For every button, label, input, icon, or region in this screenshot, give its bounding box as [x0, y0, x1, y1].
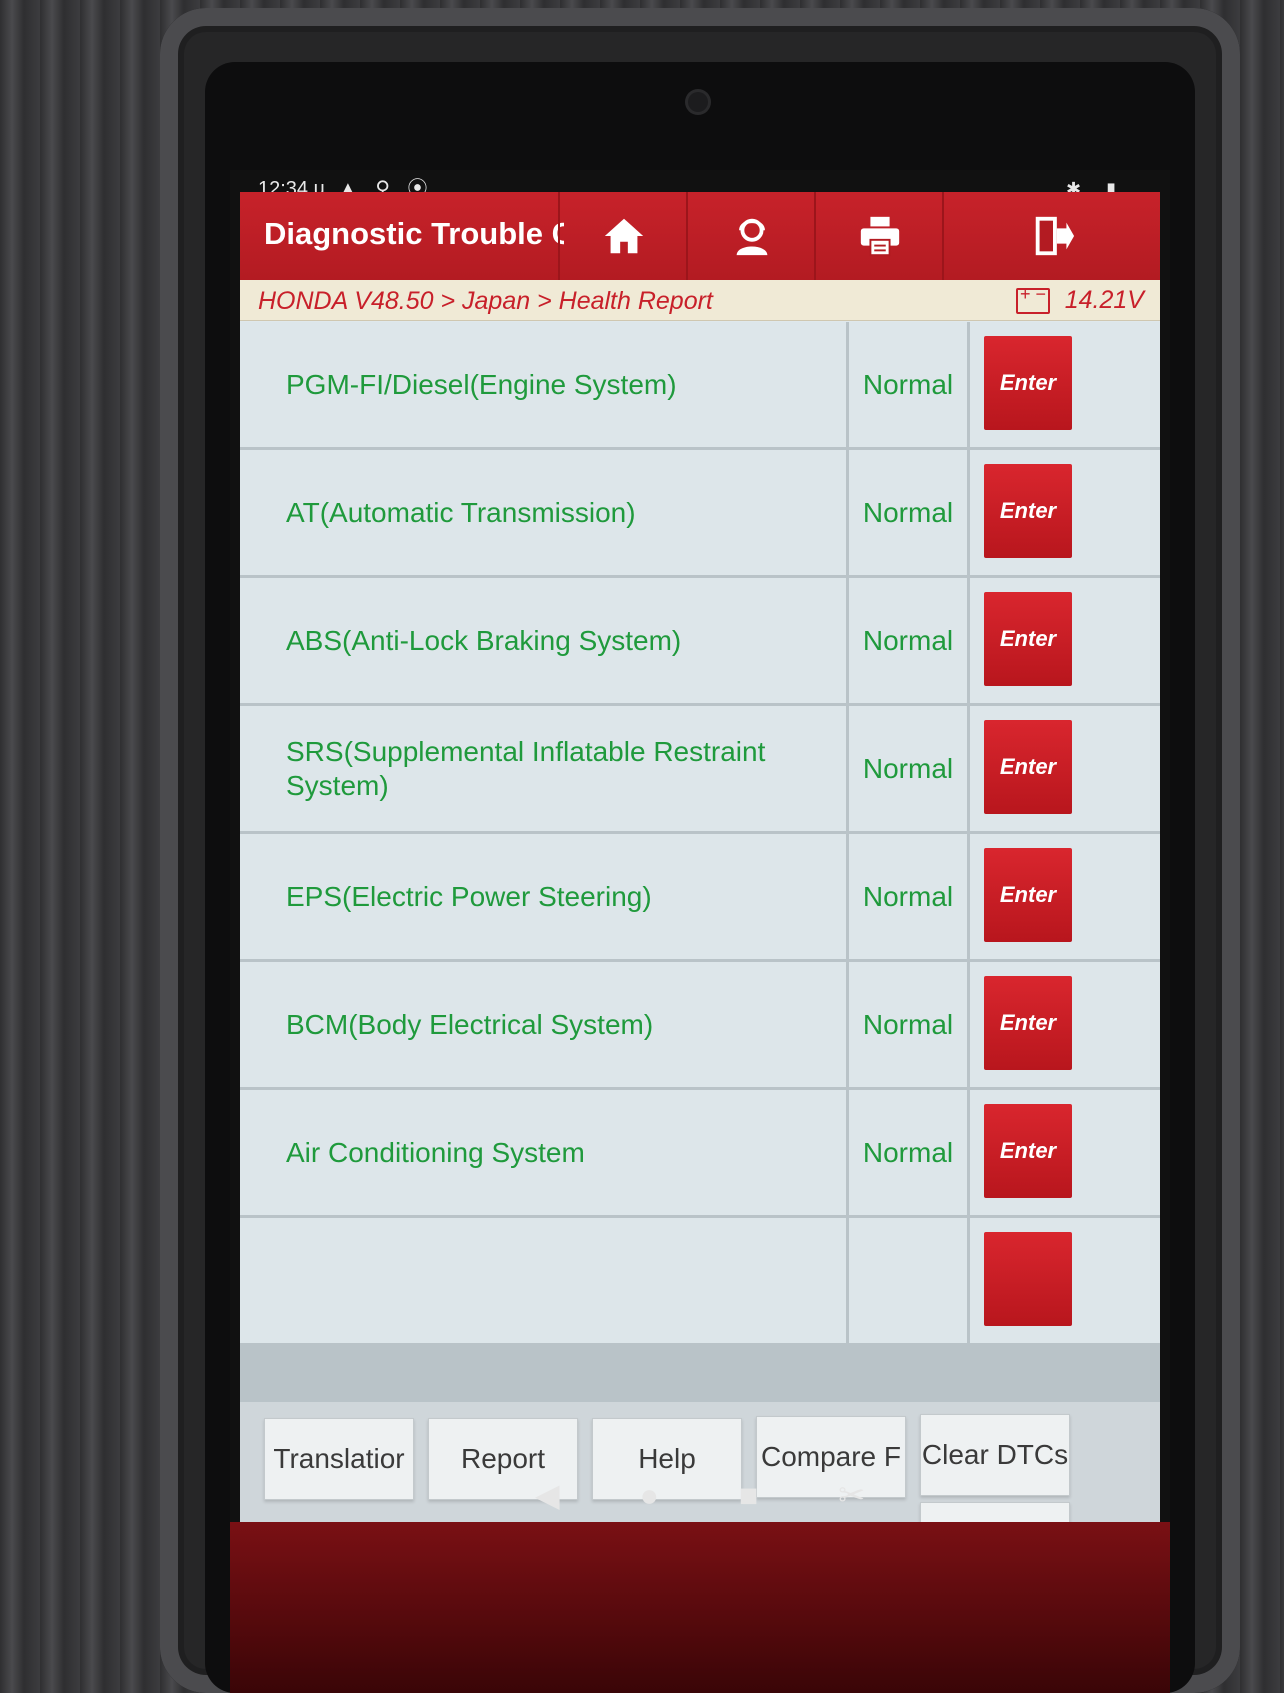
system-name: AT(Automatic Transmission) — [286, 496, 636, 528]
enter-button[interactable]: Enter — [984, 720, 1072, 814]
breadcrumb: HONDA V48.50 > Japan > Health Report — [258, 287, 713, 315]
screenshot-icon[interactable]: ✂ — [838, 1476, 865, 1514]
system-name-cell: BCM(Body Electrical System) — [240, 962, 846, 1087]
action-cell: Enter — [970, 962, 1160, 1087]
system-name: Air Conditioning System — [286, 1136, 585, 1168]
page-title: Diagnostic Trouble C — [264, 216, 564, 251]
exit-button[interactable] — [942, 192, 1162, 280]
system-name: EPS(Electric Power Steering) — [286, 880, 652, 912]
system-list: PGM-FI/Diesel(Engine System) Normal Ente… — [240, 322, 1160, 1402]
title-bar: Diagnostic Trouble C — [240, 192, 1160, 280]
system-name-cell: AT(Automatic Transmission) — [240, 450, 846, 575]
enter-button[interactable]: Enter — [984, 336, 1072, 430]
home-nav-icon[interactable]: ● — [640, 1477, 659, 1514]
system-status: Normal — [849, 706, 967, 831]
enter-button[interactable]: Enter — [984, 976, 1072, 1070]
diagnostic-app: Diagnostic Trouble C HONDA V48.50 > Japa… — [240, 192, 1160, 1584]
system-name: BCM(Body Electrical System) — [286, 1008, 654, 1040]
system-name-cell — [240, 1218, 846, 1343]
action-cell: Enter — [970, 706, 1160, 831]
back-icon[interactable]: ◀ — [535, 1476, 560, 1514]
enter-button[interactable]: Enter — [984, 848, 1072, 942]
enter-button[interactable]: Enter — [984, 592, 1072, 686]
list-item: PGM-FI/Diesel(Engine System) Normal Ente… — [240, 322, 1160, 449]
enter-button[interactable]: Enter — [984, 1104, 1072, 1198]
system-name: SRS(Supplemental Inflatable Restraint Sy… — [286, 735, 766, 801]
support-button[interactable] — [686, 192, 816, 280]
recents-icon[interactable]: ■ — [739, 1477, 758, 1514]
home-icon — [604, 218, 644, 254]
screen: 12:34 u. ▲ ⚲ ⦿ ✱ ▮ Diagnostic Trouble C — [230, 170, 1170, 1693]
action-cell — [970, 1218, 1160, 1343]
action-cell: Enter — [970, 1090, 1160, 1215]
breadcrumb-bar: HONDA V48.50 > Japan > Health Report 14.… — [240, 280, 1160, 321]
user-support-icon — [736, 218, 768, 256]
system-name-cell: EPS(Electric Power Steering) — [240, 834, 846, 959]
system-status: Normal — [849, 834, 967, 959]
battery-voltage: 14.21V — [1064, 286, 1144, 314]
system-name: ABS(Anti-Lock Braking System) — [286, 624, 682, 656]
action-cell: Enter — [970, 322, 1160, 447]
system-status: Normal — [849, 1090, 967, 1215]
front-camera — [688, 92, 708, 112]
screen-lower-area — [230, 1522, 1170, 1693]
battery-icon — [1016, 284, 1050, 314]
printer-icon — [860, 216, 900, 257]
list-item: BCM(Body Electrical System) Normal Enter — [240, 962, 1160, 1089]
system-status: Normal — [849, 322, 967, 447]
list-item: AT(Automatic Transmission) Normal Enter — [240, 450, 1160, 577]
system-status: Normal — [849, 450, 967, 575]
system-name: PGM-FI/Diesel(Engine System) — [286, 368, 677, 400]
exit-icon — [1035, 216, 1075, 256]
system-name-cell: Air Conditioning System — [240, 1090, 846, 1215]
system-status: Normal — [849, 962, 967, 1087]
system-navigation-bar: ◀ ● ■ ✂ — [230, 1450, 1170, 1540]
action-cell: Enter — [970, 834, 1160, 959]
system-name-cell: PGM-FI/Diesel(Engine System) — [240, 322, 846, 447]
list-item-partial — [240, 1218, 1160, 1345]
system-status: Normal — [849, 578, 967, 703]
list-item: ABS(Anti-Lock Braking System) Normal Ent… — [240, 578, 1160, 705]
action-cell: Enter — [970, 578, 1160, 703]
print-button[interactable] — [814, 192, 944, 280]
home-button[interactable] — [558, 192, 688, 280]
action-cell: Enter — [970, 450, 1160, 575]
list-item: SRS(Supplemental Inflatable Restraint Sy… — [240, 706, 1160, 833]
list-item: Air Conditioning System Normal Enter — [240, 1090, 1160, 1217]
system-name-cell: SRS(Supplemental Inflatable Restraint Sy… — [240, 706, 846, 831]
list-item: EPS(Electric Power Steering) Normal Ente… — [240, 834, 1160, 961]
enter-button-partial[interactable] — [984, 1232, 1072, 1326]
enter-button[interactable]: Enter — [984, 464, 1072, 558]
system-name-cell: ABS(Anti-Lock Braking System) — [240, 578, 846, 703]
system-status-cell — [849, 1218, 967, 1343]
